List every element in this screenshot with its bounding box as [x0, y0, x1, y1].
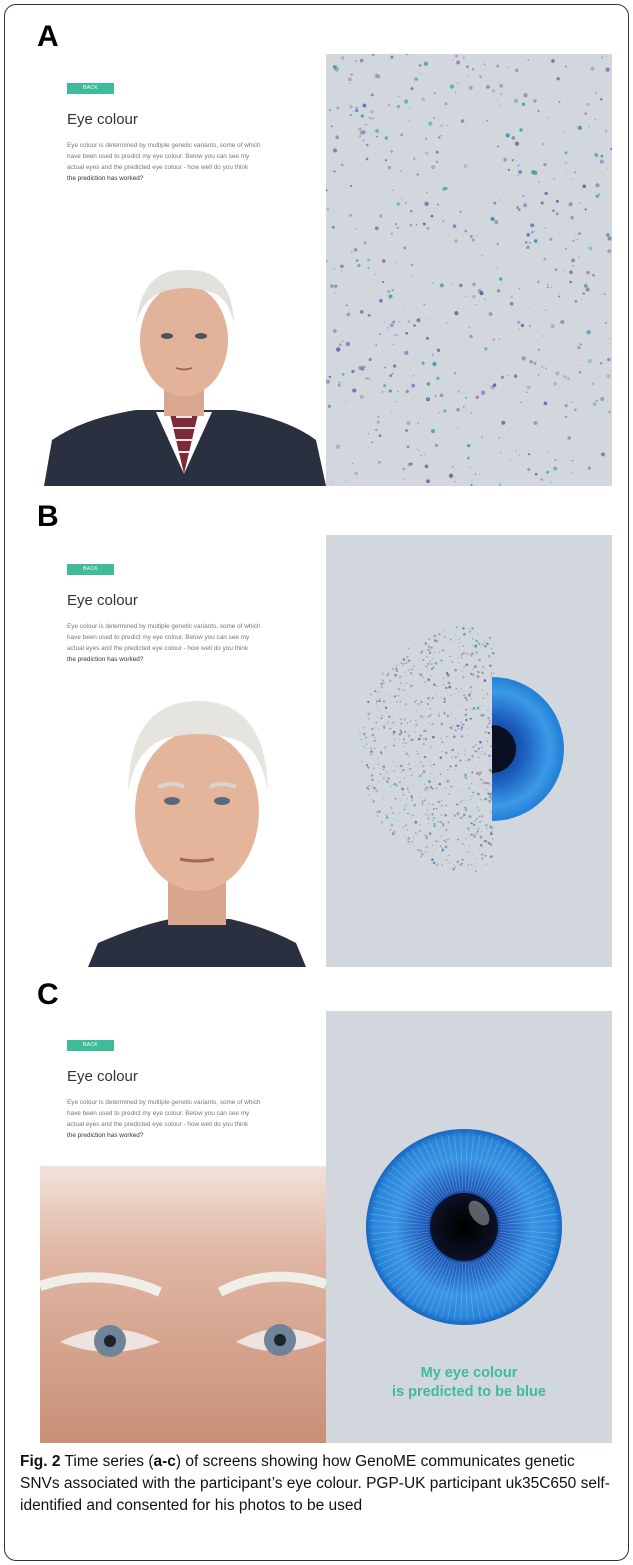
page-title: Eye colour — [67, 592, 138, 609]
figure-caption: Fig. 2 Time series (a-c) of screens show… — [20, 1453, 610, 1514]
description: Eye colour is determined by multiple gen… — [67, 142, 261, 182]
description: Eye colour is determined by multiple gen… — [67, 1099, 261, 1139]
predicted-eye: My eye colour is predicted to be blue — [366, 1129, 562, 1400]
page-title: Eye colour — [67, 111, 138, 128]
back-button[interactable]: BACK — [67, 1040, 114, 1051]
page-title: Eye colour — [67, 1068, 138, 1085]
screen-a-left: BACK Eye colour Eye colour is determined… — [40, 54, 326, 486]
screen-b-left: BACK Eye colour Eye colour is determined… — [40, 535, 326, 967]
panel-label-b: B — [37, 500, 59, 533]
participant-photo — [88, 701, 306, 967]
eyes-closeup-photo — [40, 1166, 326, 1443]
particle-field — [326, 54, 612, 486]
back-button[interactable]: BACK — [67, 83, 114, 94]
screen-b-right — [326, 535, 612, 967]
screen-c: BACK Eye colour Eye colour is determined… — [40, 1011, 612, 1443]
description: Eye colour is determined by multiple gen… — [67, 623, 261, 663]
forming-eye — [359, 626, 564, 873]
screen-a: BACK Eye colour Eye colour is determined… — [40, 54, 612, 486]
prediction-line-2: is predicted to be blue — [392, 1384, 546, 1400]
screen-c-right: My eye colour is predicted to be blue — [326, 1011, 612, 1443]
screen-b: BACK Eye colour Eye colour is determined… — [40, 535, 612, 967]
back-button[interactable]: BACK — [67, 564, 114, 575]
prediction-line-1: My eye colour — [421, 1365, 518, 1381]
participant-photo — [44, 269, 326, 486]
panel-label-a: A — [37, 20, 59, 53]
screen-a-right — [326, 54, 612, 486]
screen-c-left: BACK Eye colour Eye colour is determined… — [40, 1011, 326, 1443]
panel-label-c: C — [37, 978, 59, 1011]
